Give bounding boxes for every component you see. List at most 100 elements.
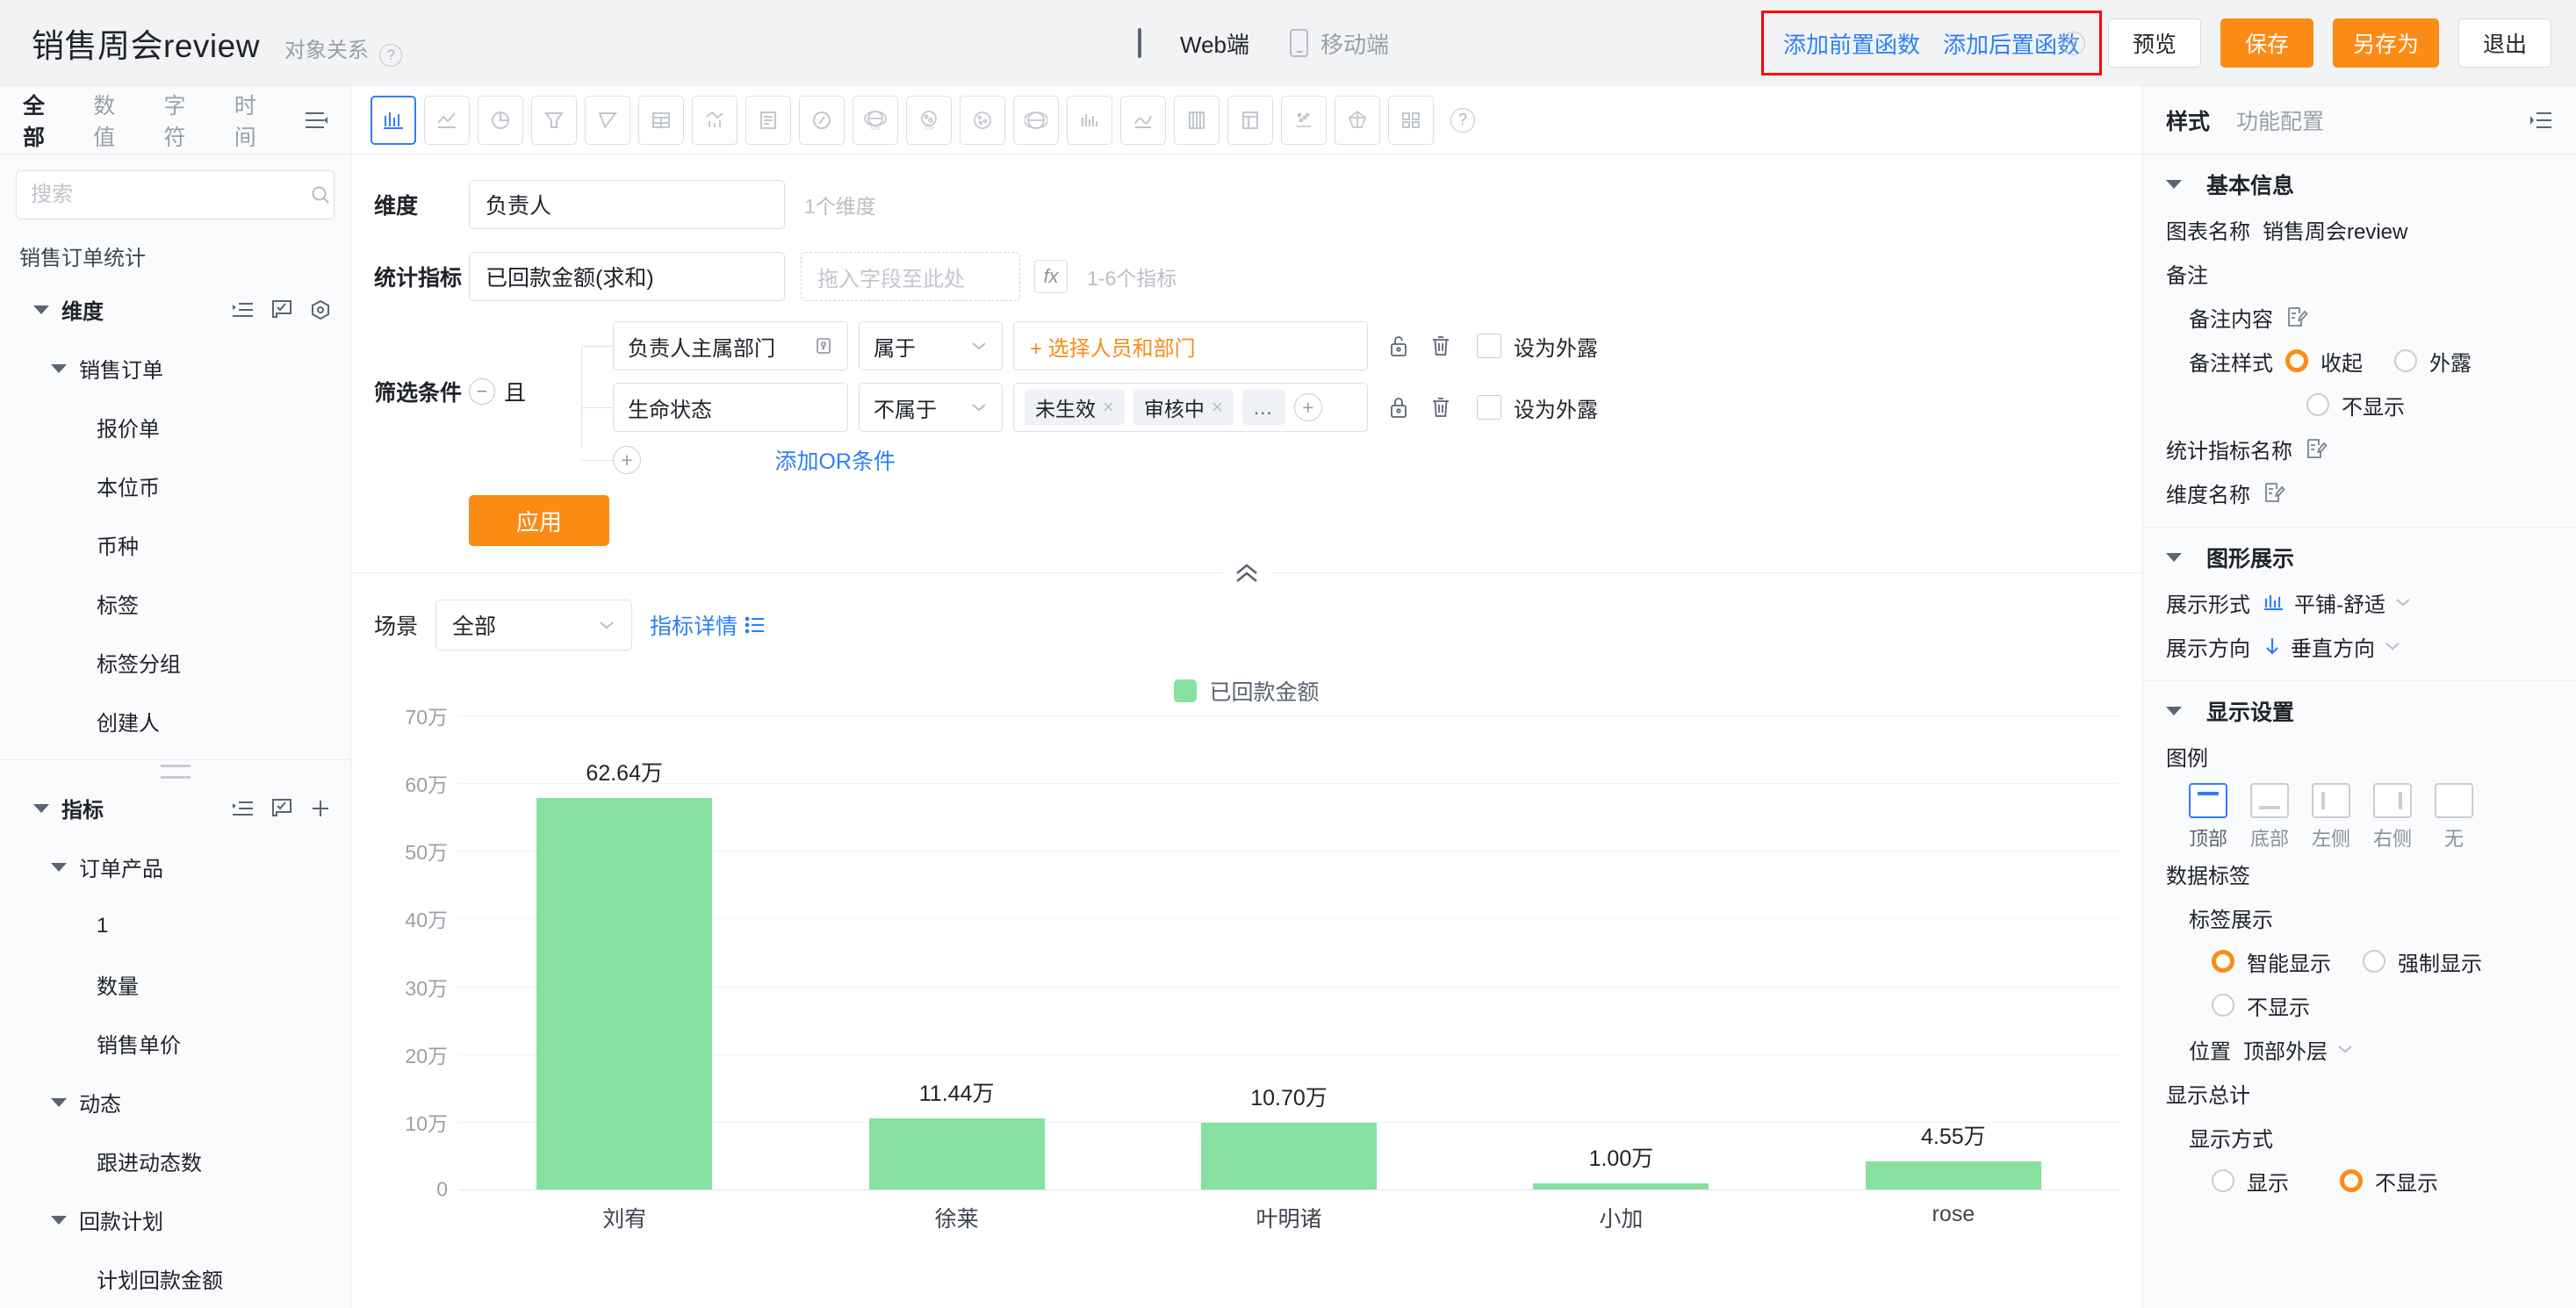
value-chip[interactable]: 审核中 × <box>1133 390 1234 425</box>
radio-label-smart[interactable] <box>2212 950 2234 973</box>
radio-total-hide[interactable] <box>2340 1169 2363 1192</box>
legend-label[interactable]: 已回款金额 <box>1209 675 1319 707</box>
sidebar-resize-handle[interactable] <box>0 759 350 779</box>
object-relation-link[interactable]: 对象关系 ? <box>284 32 403 67</box>
legend-position-left[interactable]: 左侧 <box>2312 783 2350 852</box>
edit-icon[interactable] <box>2305 437 2328 460</box>
tree-group-header-metric[interactable]: 指标 <box>0 779 350 837</box>
tree-item-payment-plan[interactable]: 回款计划 <box>0 1190 350 1249</box>
fx-button[interactable]: fx <box>1034 260 1068 293</box>
filter-field-select[interactable]: 负责人主属部门 <box>613 321 848 370</box>
tree-item-unit-price[interactable]: 销售单价 <box>0 1014 350 1073</box>
checklist-icon[interactable] <box>271 299 292 320</box>
edit-icon[interactable] <box>2285 305 2308 328</box>
search-input[interactable] <box>31 183 303 207</box>
display-form-select[interactable]: 平铺-舒适 <box>2263 587 2412 618</box>
scene-select[interactable]: 全部 <box>435 600 633 650</box>
filter-value-picker[interactable]: + 选择人员和部门 <box>1013 321 1368 370</box>
display-direction-select[interactable]: 垂直方向 <box>2263 631 2401 662</box>
sidebar-tab-number[interactable]: 数值 <box>93 89 133 152</box>
chart-type-globe-icon[interactable] <box>1013 95 1059 145</box>
chart-type-line-chart-icon[interactable] <box>424 95 470 145</box>
value-chip[interactable]: 未生效 × <box>1025 390 1125 425</box>
chart-type-help-icon[interactable]: ? <box>1450 107 1475 133</box>
radio-remark-hidden[interactable] <box>2306 393 2329 416</box>
filter-operator-select[interactable]: 不属于 <box>859 383 1003 432</box>
search-box[interactable] <box>16 170 335 219</box>
chart-type-combo-chart-icon[interactable] <box>692 95 738 145</box>
chart-type-funnel-slant-icon[interactable] <box>585 95 630 145</box>
legend-position-top[interactable]: 顶部 <box>2189 783 2227 852</box>
list-settings-icon[interactable] <box>305 111 327 130</box>
edit-icon[interactable] <box>2263 481 2285 504</box>
tree-item-planned-amount[interactable]: 计划回款金额 <box>0 1249 350 1308</box>
tree-item-followup-count[interactable]: 跟进动态数 <box>0 1132 350 1190</box>
chart-name-value[interactable]: 销售周会review <box>2263 214 2407 245</box>
lock-icon[interactable] <box>1387 395 1410 420</box>
help-icon[interactable]: ? <box>379 43 403 67</box>
filter-logic-label[interactable]: 且 <box>504 376 526 407</box>
trash-icon[interactable] <box>1429 334 1452 358</box>
chart-type-map-cn-icon[interactable]: CN <box>853 95 898 145</box>
radio-total-show[interactable] <box>2212 1169 2234 1192</box>
add-or-condition-link[interactable]: 添加OR条件 <box>774 444 1598 476</box>
add-pre-function-link[interactable]: 添加前置函数 <box>1783 27 1920 60</box>
apply-button[interactable]: 应用 <box>469 495 609 546</box>
tree-item-creator[interactable]: 创建人 <box>0 692 350 751</box>
device-tab-web[interactable]: Web端 <box>1138 27 1249 60</box>
chart-type-pie-chart-icon[interactable] <box>478 95 523 145</box>
filter-operator-select[interactable]: 属于 <box>859 321 1003 370</box>
chart-type-map-scatter-icon[interactable] <box>960 95 1005 145</box>
chart-type-bar-chart-icon[interactable] <box>371 95 416 145</box>
bar-rect[interactable] <box>868 1118 1045 1189</box>
section-header-display[interactable]: 显示设置 <box>2166 695 2553 727</box>
sidebar-tab-time[interactable]: 时间 <box>234 89 275 152</box>
expose-checkbox[interactable] <box>1477 395 1501 420</box>
trash-icon[interactable] <box>1429 395 1452 420</box>
tab-style[interactable]: 样式 <box>2166 104 2210 136</box>
function-help-icon[interactable]: ? <box>2061 31 2085 55</box>
bar-rect[interactable] <box>1865 1161 2041 1189</box>
chart-type-card-list-icon[interactable] <box>745 95 791 145</box>
bar-item[interactable]: 11.44万 <box>790 715 1122 1189</box>
tree-item-activity[interactable]: 动态 <box>0 1073 350 1132</box>
plus-icon[interactable] <box>310 798 331 819</box>
sidebar-tab-all[interactable]: 全部 <box>23 89 63 152</box>
metric-dropzone[interactable]: 拖入字段至此处 <box>801 252 1020 301</box>
indent-list-icon[interactable] <box>233 800 254 817</box>
tree-item-order-product[interactable]: 订单产品 <box>0 837 350 896</box>
bar-item[interactable]: 62.64万 <box>458 715 790 1189</box>
unlock-icon[interactable] <box>1387 334 1410 358</box>
exit-button[interactable]: 退出 <box>2458 18 2551 68</box>
chart-type-radar-icon[interactable] <box>1335 95 1380 145</box>
chart-type-matrix-icon[interactable] <box>1174 95 1220 145</box>
legend-position-right[interactable]: 右侧 <box>2373 783 2412 852</box>
radio-label-force[interactable] <box>2363 950 2385 973</box>
tab-function-config[interactable]: 功能配置 <box>2236 104 2324 136</box>
checklist-icon[interactable] <box>271 798 292 819</box>
filter-expose-toggle[interactable]: 设为外露 <box>1477 331 1598 362</box>
section-header-graph[interactable]: 图形展示 <box>2166 542 2553 573</box>
bar-item[interactable]: 1.00万 <box>1455 715 1787 1189</box>
add-condition-icon[interactable]: + <box>613 446 641 474</box>
chart-type-cross-table-icon[interactable] <box>1227 95 1273 145</box>
legend-position-none[interactable]: 无 <box>2435 783 2474 852</box>
label-position-select[interactable]: 顶部外层 <box>2243 1034 2354 1065</box>
chevron-double-up-icon[interactable] <box>1223 555 1270 592</box>
chart-type-gauge-icon[interactable] <box>799 95 845 145</box>
save-button[interactable]: 保存 <box>2220 18 2313 68</box>
expose-checkbox[interactable] <box>1477 334 1501 358</box>
tree-item-tag[interactable]: 标签 <box>0 574 350 633</box>
add-value-icon[interactable]: + <box>1293 393 1322 421</box>
bar-rect[interactable] <box>536 798 713 1189</box>
chart-type-funnel-icon[interactable] <box>531 95 577 145</box>
chart-type-table-icon[interactable] <box>638 95 684 145</box>
chart-type-line-smooth-icon[interactable] <box>1120 95 1166 145</box>
tree-item-quantity[interactable]: 数量 <box>0 955 350 1014</box>
tree-item-currency[interactable]: 币种 <box>0 515 350 574</box>
tree-item-quotation[interactable]: 报价单 <box>0 398 350 456</box>
filter-field-select[interactable]: 生命状态 <box>613 383 848 432</box>
more-values-chip[interactable]: … <box>1241 390 1285 425</box>
filter-expose-toggle[interactable]: 设为外露 <box>1477 392 1598 423</box>
metric-field[interactable]: 已回款金额(求和) <box>469 252 785 301</box>
